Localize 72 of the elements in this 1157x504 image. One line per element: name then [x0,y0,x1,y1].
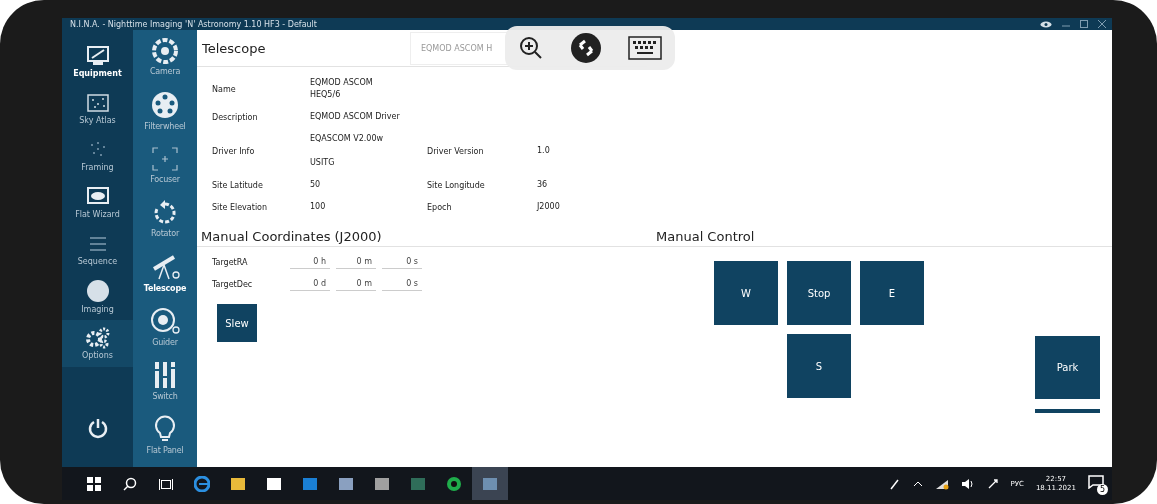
sidebar-item[interactable]: Equipment [62,38,133,85]
equipment-menu-item[interactable]: Focuser [133,138,197,192]
star-map-icon [85,92,110,114]
field-value: 1.0 [537,145,551,157]
field-value: 100 [310,201,327,213]
lightbulb-icon [154,415,176,443]
app-icon[interactable] [472,467,508,500]
sidebar-item[interactable]: Sky Atlas [62,85,133,132]
monitor-icon [85,45,110,67]
window-title: N.I.N.A. - Nighttime Imaging 'N' Astronomy 1.10 HF3 - Default [70,19,318,29]
slew-button[interactable]: Slew [217,304,257,342]
equipment-menu-item[interactable]: Camera [133,30,197,84]
zoom-in-icon[interactable] [518,35,544,61]
field-label: TargetRA [212,257,249,267]
keyboard-icon[interactable] [628,36,662,60]
direction-button[interactable]: Stop [787,261,851,325]
field-label: Site Elevation [212,202,269,212]
gears-icon [84,327,111,349]
coordinate-field[interactable]: 0 s [382,277,422,291]
power-icon[interactable] [86,417,109,439]
field-value: J2000 [537,201,561,213]
pen-icon[interactable] [888,477,901,490]
close-icon[interactable] [1098,20,1106,28]
park-button[interactable]: Park [1035,336,1100,399]
circle-icon [85,279,110,303]
target-icon [150,307,180,335]
coordinate-field[interactable]: 0 m [336,255,376,269]
field-value: EQMOD ASCOM Driver [310,111,401,123]
volume-icon[interactable] [960,477,975,490]
field-label: Epoch [427,202,453,212]
network-icon[interactable] [934,477,949,490]
equipment-menu-item[interactable]: Switch [133,354,197,408]
maximize-icon[interactable] [1080,20,1088,28]
field-label: Driver Info [212,146,256,156]
sidebar-item[interactable]: Sequence [62,226,133,273]
aperture-icon [152,38,178,64]
telescope-icon [150,253,180,281]
sidebar-item[interactable]: Imaging [62,273,133,320]
equipment-menu-item[interactable]: Telescope [133,246,197,300]
field-value: 36 [537,179,549,191]
field-label: Site Longitude [427,180,486,190]
field-value: EQMOD ASCOM HEQ5/6 [310,77,374,101]
filter-wheel-icon [151,91,179,119]
equipment-menu-item[interactable]: Filterwheel [133,84,197,138]
panel-title: Telescope [202,40,267,56]
field-label: Description [212,112,259,122]
equipment-menu-item[interactable]: Rotator [133,192,197,246]
equipment-menu-item[interactable]: Flat Panel [133,408,197,462]
direction-button[interactable]: W [714,261,778,325]
notification-count: 5 [1097,483,1108,495]
coordinate-field[interactable]: 0 s [382,255,422,269]
field-label: Driver Version [427,146,485,156]
sidebar-item[interactable]: Flat Wizard [62,179,133,226]
park-bar [1035,409,1100,413]
field-label: Name [212,84,237,94]
rotate-arrow-icon [152,200,178,226]
section-title: Manual Coordinates (J2000) [197,229,652,247]
coordinate-field[interactable]: 0 d [290,277,330,291]
field-value: EQASCOM V2.00w USITG [310,133,385,169]
sidebar-item[interactable]: Framing [62,132,133,179]
field-label: Site Latitude [212,180,264,190]
field-value: 50 [310,179,322,191]
direction-button[interactable]: E [860,261,924,325]
crosshair-icon [151,146,179,172]
field-label: TargetDec [212,279,254,289]
coordinate-field[interactable]: 0 m [336,277,376,291]
sidebar-item[interactable]: Options [62,320,133,367]
direction-button[interactable]: S [787,334,851,398]
sliders-icon [152,361,178,389]
section-title: Manual Control [652,229,1112,247]
equipment-menu-item[interactable]: Guider [133,300,197,354]
coordinate-field[interactable]: 0 h [290,255,330,269]
